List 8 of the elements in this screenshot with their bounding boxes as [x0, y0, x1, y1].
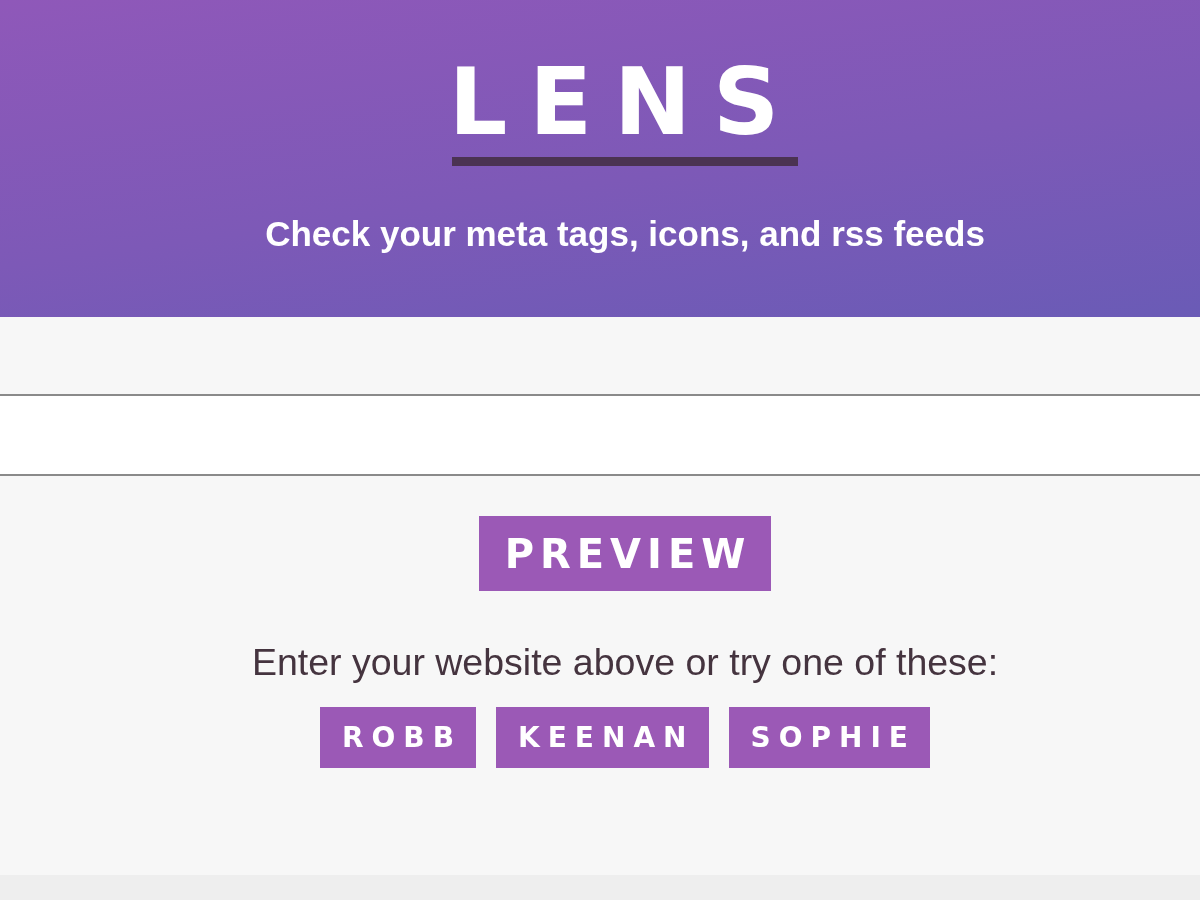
example-button[interactable]: KEENAN [496, 707, 709, 768]
example-button[interactable]: SOPHIE [728, 707, 930, 768]
example-button[interactable]: ROBB [320, 707, 477, 768]
url-input[interactable] [0, 394, 1200, 476]
prompt-text: Enter your website above or try one of these: [251, 640, 999, 684]
site-title: LENS [448, 57, 802, 149]
preview-button[interactable]: PREVIEW [479, 516, 771, 591]
tagline: Check your meta tags, icons, and rss feeds [265, 213, 985, 255]
